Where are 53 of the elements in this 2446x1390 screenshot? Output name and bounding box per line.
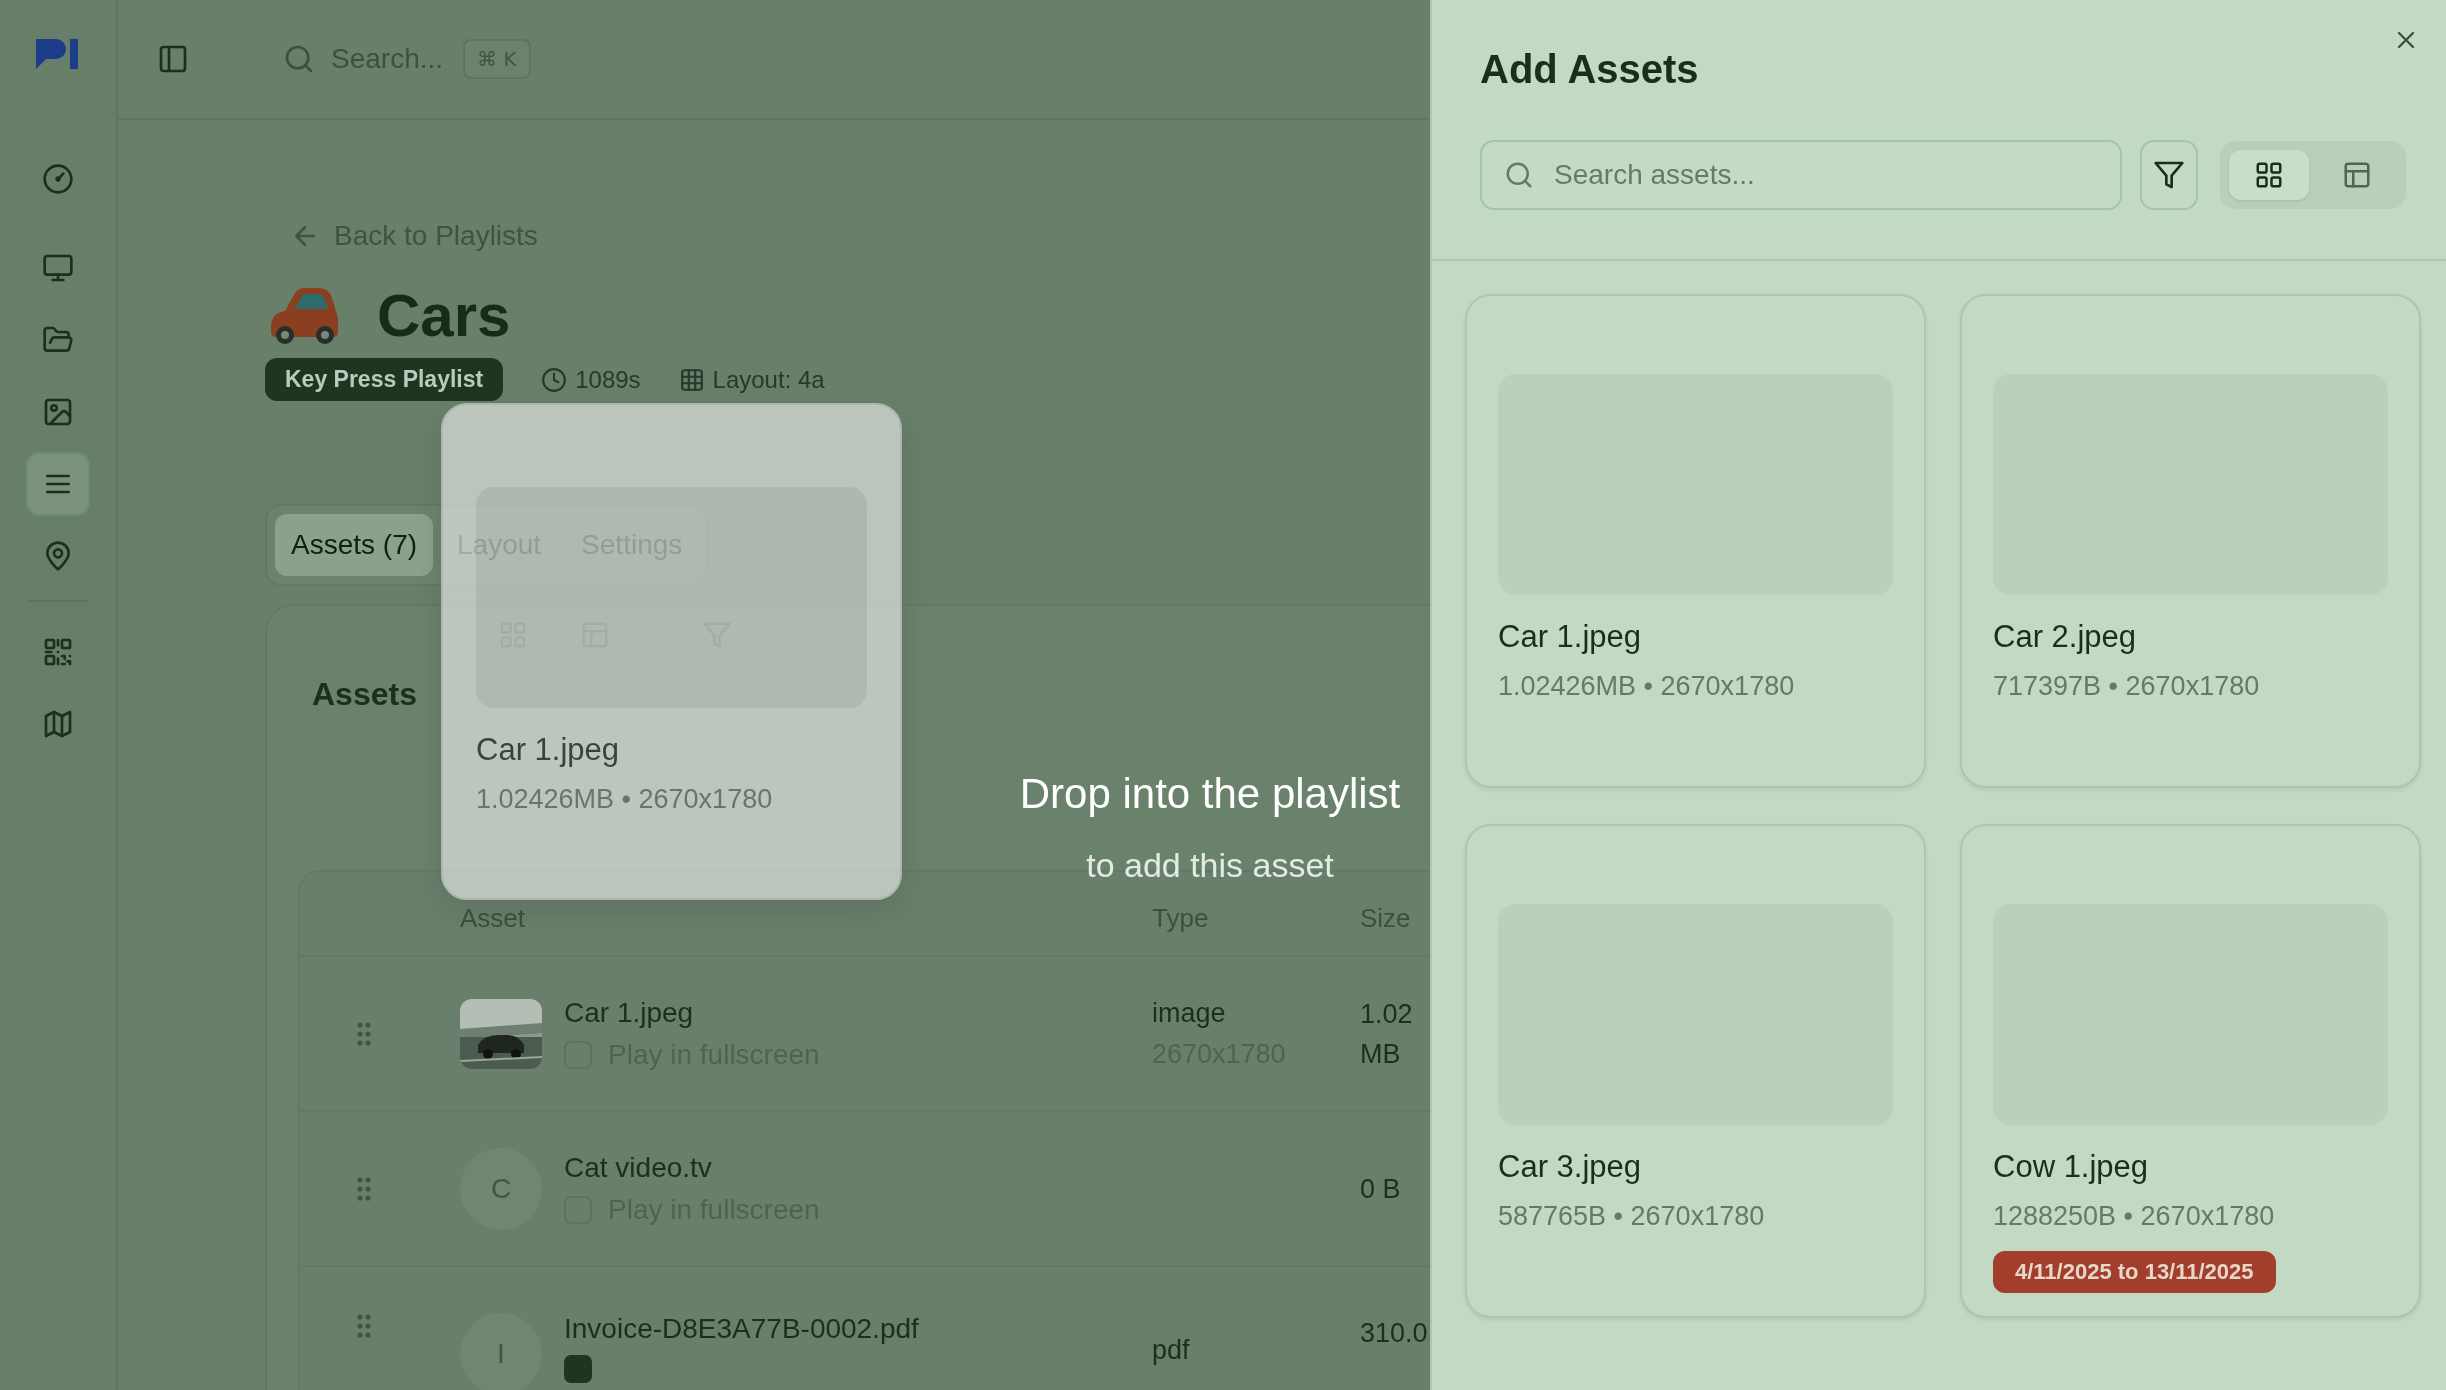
layout-label: Layout: 4a [712,365,825,394]
asset-meta: 1288250B • 2670x1780 [1993,1201,2276,1232]
qr-code-icon [42,636,74,668]
grid-icon [2254,160,2284,190]
asset-name: Car 1.jpeg [564,996,695,1029]
map-icon [42,708,74,740]
asset-size: 1.02 MB [1360,997,1414,1071]
asset-name: Cow 1.jpeg [1993,1149,2150,1185]
asset-card[interactable]: Car 2.jpeg 717397B • 2670x1780 [1960,294,2421,788]
search-field[interactable]: Search assets... [1480,140,2122,210]
asset-name: Car 2.jpeg [1993,619,2138,655]
asset-size: 310.0 [1360,1317,1429,1350]
asset-name: Cat video.tv [564,1151,713,1184]
search-icon [1504,160,1534,190]
drag-handle-icon[interactable] [356,1020,372,1047]
drop-hint-subtitle: to add this asset [1086,846,1334,885]
tab[interactable]: Assets (7) [275,514,434,576]
schedule-badge: 4/11/2025 to 13/11/2025 [1993,1251,2276,1293]
asset-card[interactable]: Car 3.jpeg 587765B • 2670x1780 [1465,824,1926,1318]
asset-meta: 717397B • 2670x1780 [1993,671,2261,702]
asset-name: Car 1.jpeg [476,732,621,768]
drag-handle-icon[interactable] [356,1175,372,1202]
drop-hint-title: Drop into the playlist [1019,770,1401,818]
clock-icon [541,366,568,393]
asset-name: Car 3.jpeg [1498,1149,1643,1185]
image-icon [42,396,74,428]
duration-label: 1089s [575,365,641,394]
panel-title: Add Assets [1480,47,1700,92]
monitor-icon [42,252,74,284]
playlist-type-badge: Key Press Playlist [265,358,504,401]
filter-icon [2153,159,2185,191]
grid-view-button[interactable] [2229,150,2309,200]
asset-meta: 1.02426MB • 2670x1780 [1498,671,1796,702]
table-icon [2342,160,2372,190]
drag-handle-icon[interactable] [356,1313,372,1339]
asset-meta: 587765B • 2670x1780 [1498,1201,1766,1232]
page-title: Cars [377,280,511,350]
asset-card[interactable]: Car 1.jpeg 1.02426MB • 2670x1780 [1465,294,1926,788]
asset-size: 0 B [1360,1172,1402,1206]
gauge-icon [42,163,74,195]
filter-button[interactable] [2140,140,2198,210]
asset-name: Car 1.jpeg [1498,619,1643,655]
section-title: Assets [312,676,418,713]
asset-card[interactable]: Cow 1.jpeg 1288250B • 2670x1780 4/11/2025 to 13/11/2025 [1960,824,2421,1318]
sidebar-toggle-icon [157,43,189,75]
search-icon [283,43,315,75]
asset-meta: 1.02426MB • 2670x1780 [476,784,774,815]
sidebar-item[interactable] [26,452,90,516]
checkbox[interactable] [564,1355,592,1383]
asset-name: Invoice-D8E3A77B-0002.pdf [564,1313,919,1345]
asset-type: pdf [1152,1335,1191,1366]
grid-icon [678,366,705,393]
asset-type: image [1152,997,1227,1029]
